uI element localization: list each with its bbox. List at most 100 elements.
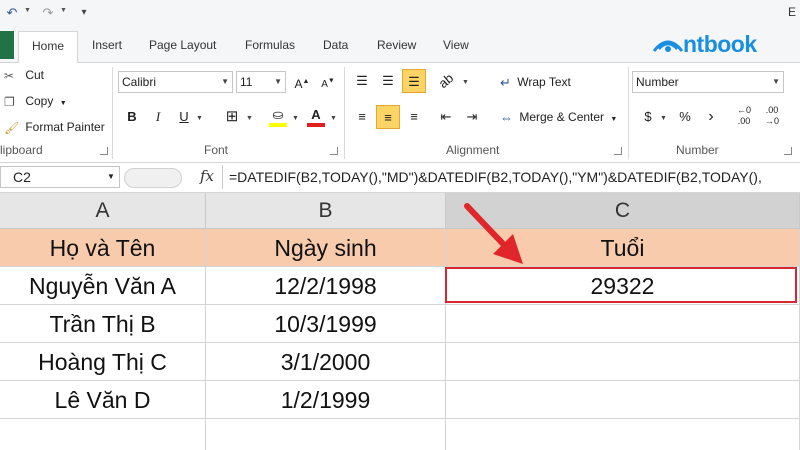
underline-dropdown-icon[interactable]: ▼ [196,115,203,122]
cell-b1[interactable]: Ngày sinh [206,229,446,267]
cell-c3[interactable] [446,305,800,343]
align-center-button[interactable]: ≡ [376,105,400,129]
font-family-select[interactable]: Calibri ▼ [118,71,233,93]
borders-button[interactable]: ⊞ [220,105,244,129]
comma-style-button[interactable]: › [699,105,723,129]
formula-bar-splitter[interactable] [124,168,182,188]
quick-access-toolbar: ↶ ▼ ↷ ▼ ▾ E [0,0,800,27]
orientation-button[interactable]: ab [434,69,458,93]
increase-decimal-icon: ←0.00 [736,105,751,126]
cell-c2[interactable]: 29322 [446,267,800,305]
cut-button[interactable]: ✂ Cut [4,68,44,83]
font-size-select[interactable]: 11 ▼ [236,71,286,93]
chevron-down-icon[interactable]: ▼ [107,172,115,181]
fill-color-dropdown-icon[interactable]: ▼ [292,115,299,122]
currency-icon: $ [644,109,652,124]
tab-formulas[interactable]: Formulas [245,38,295,52]
italic-button[interactable]: I [146,105,170,129]
increase-decimal-button[interactable]: ←0.00 [732,105,756,129]
align-left-button[interactable]: ≡ [350,105,374,129]
cell-c6[interactable] [446,419,800,450]
number-launcher-icon[interactable] [784,147,792,155]
align-bottom-button[interactable]: ☰ [402,69,426,93]
formula-input[interactable]: =DATEDIF(B2,TODAY(),"MD")&DATEDIF(B2,TOD… [222,165,800,189]
align-top-button[interactable]: ☰ [350,69,374,93]
copy-dropdown-icon[interactable]: ▼ [60,100,67,107]
align-middle-button[interactable]: ☰ [376,69,400,93]
redo-dropdown-icon[interactable]: ▼ [60,7,67,14]
grow-font-button[interactable]: A▲ [290,70,314,94]
accounting-dropdown-icon[interactable]: ▼ [660,115,667,122]
borders-dropdown-icon[interactable]: ▼ [246,115,253,122]
alignment-launcher-icon[interactable] [614,147,622,155]
shrink-font-button[interactable]: A▼ [316,70,340,94]
redo-icon[interactable]: ↷ [40,4,56,22]
cell-a6[interactable] [0,419,206,450]
bold-button[interactable]: B [120,105,144,129]
percent-button[interactable]: % [673,105,697,129]
cell-b3[interactable]: 10/3/1999 [206,305,446,343]
name-box[interactable]: C2 [0,166,120,188]
orientation-icon: ab [435,70,457,92]
increase-indent-icon: ⇥ [466,109,478,124]
brand-logo-text: ntbook [683,31,757,57]
orientation-dropdown-icon[interactable]: ▼ [462,79,469,86]
cell-b6[interactable] [206,419,446,450]
font-group-label: Font [204,143,229,157]
cell-b5[interactable]: 1/2/1999 [206,381,446,419]
cell-b2[interactable]: 12/2/1998 [206,267,446,305]
column-header-a[interactable]: A [0,193,206,229]
align-middle-icon: ☰ [382,73,394,88]
undo-icon[interactable]: ↶ [4,4,20,22]
align-right-button[interactable]: ≡ [402,105,426,129]
cell-b4[interactable]: 3/1/2000 [206,343,446,381]
clipboard-launcher-icon[interactable] [100,147,108,155]
decrease-indent-button[interactable]: ⇤ [434,105,458,129]
tab-data[interactable]: Data [323,38,348,52]
wrap-text-button[interactable]: ↵ Wrap Text [500,75,571,91]
cell-a3[interactable]: Trần Thị B [0,305,206,343]
cell-a5[interactable]: Lê Văn D [0,381,206,419]
format-painter-button[interactable]: 🖌 Format Painter [4,120,105,135]
cell-a2[interactable]: Nguyễn Văn A [0,267,206,305]
undo-dropdown-icon[interactable]: ▼ [24,7,31,14]
font-color-dropdown-icon[interactable]: ▼ [330,115,337,122]
fill-color-button[interactable]: ⛀ [266,103,290,127]
divider [112,67,113,159]
number-format-select[interactable]: Number ▼ [632,71,784,93]
file-tab[interactable] [0,31,14,59]
tab-view[interactable]: View [443,38,469,52]
cell-c5[interactable] [446,381,800,419]
column-header-b[interactable]: B [206,193,446,229]
copy-label: Copy [25,94,54,108]
increase-indent-button[interactable]: ⇥ [460,105,484,129]
clipboard-group-label: lipboard [0,143,43,157]
copy-icon: ❐ [4,94,15,109]
merge-dropdown-icon[interactable]: ▼ [610,116,617,123]
alignment-group-label: Alignment [446,143,500,157]
insert-function-icon[interactable]: fx [200,167,214,185]
font-color-button[interactable]: A [304,103,328,127]
format-painter-label: Format Painter [25,120,105,134]
customize-qat-icon[interactable]: ▾ [78,4,90,22]
align-bottom-icon: ☰ [408,74,420,89]
cell-a1[interactable]: Họ và Tên [0,229,206,267]
tab-page-layout[interactable]: Page Layout [149,38,216,52]
cell-c4[interactable] [446,343,800,381]
font-family-value: Calibri [122,75,157,89]
tab-review[interactable]: Review [377,38,416,52]
copy-button[interactable]: ❐ Copy ▼ [4,94,67,109]
decrease-decimal-button[interactable]: .00 →0 [760,105,784,129]
cell-a4[interactable]: Hoàng Thị C [0,343,206,381]
underline-button[interactable]: U [172,105,196,129]
tab-insert[interactable]: Insert [92,38,122,52]
scissors-icon: ✂ [4,68,15,83]
accounting-format-button[interactable]: $ [636,105,660,129]
ribbon-home: ✂ Cut ❐ Copy ▼ 🖌 Format Painter lipboard… [0,63,800,163]
tab-home[interactable]: Home [18,31,78,64]
font-launcher-icon[interactable] [330,147,338,155]
percent-icon: % [679,109,691,124]
bold-icon: B [127,109,137,124]
font-size-value: 11 [240,75,253,89]
merge-center-button[interactable]: ⇔ Merge & Center ▼ [500,110,617,125]
